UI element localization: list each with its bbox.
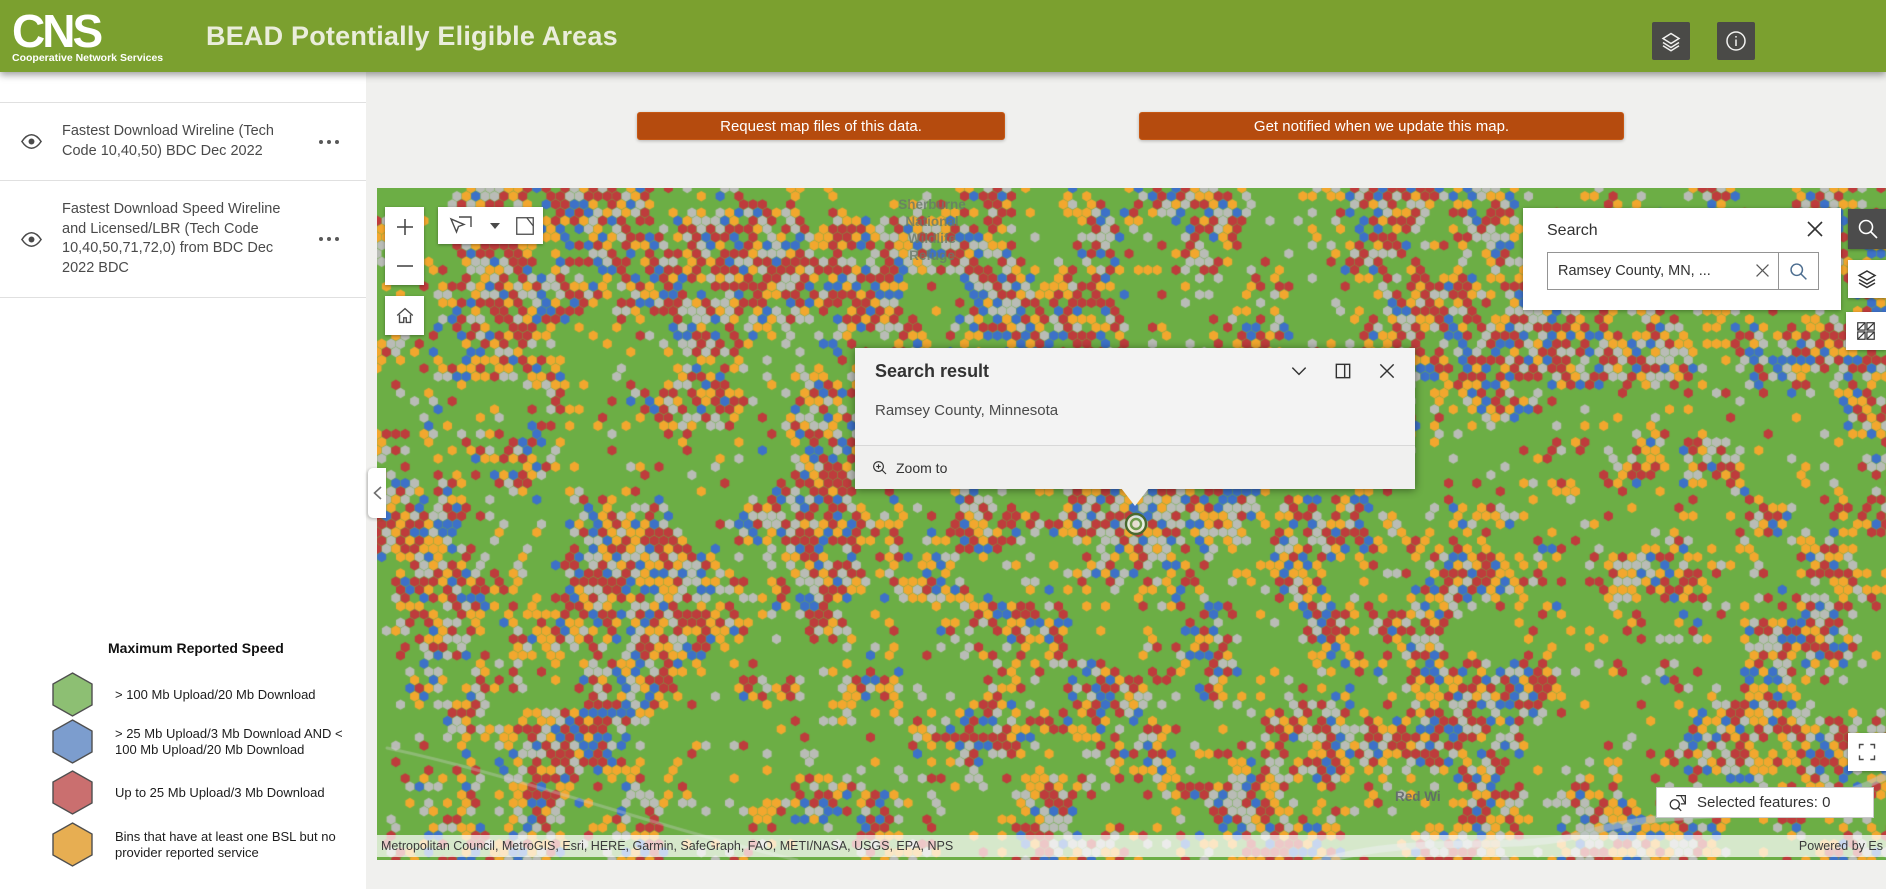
map-label-place: Red Wi xyxy=(1395,789,1441,804)
legend-item-red: Up to 25 Mb Upload/3 Mb Download xyxy=(0,769,366,816)
fullscreen-button[interactable] xyxy=(1848,733,1886,771)
home-extent-button[interactable] xyxy=(385,296,424,335)
search-icon xyxy=(1858,219,1878,239)
application-window: CNS Cooperative Network Services BEAD Po… xyxy=(0,0,1886,889)
map-legend: Maximum Reported Speed > 100 Mb Upload/2… xyxy=(0,640,366,868)
basemap-gallery-button[interactable] xyxy=(1846,312,1886,350)
collapse-chevron-icon[interactable] xyxy=(1289,361,1309,381)
selection-toolbar xyxy=(438,207,543,244)
select-tool-dropdown[interactable] xyxy=(484,207,506,244)
info-icon xyxy=(1724,29,1748,53)
legend-label: Bins that have at least one BSL but no p… xyxy=(115,829,336,860)
legend-item-orange: Bins that have at least one BSL but no p… xyxy=(0,821,366,868)
search-result-marker[interactable] xyxy=(1123,511,1149,537)
select-features-icon xyxy=(1669,794,1686,811)
layer-list: Fastest Download Wireline (Tech Code 10,… xyxy=(0,102,366,298)
legend-label: Up to 25 Mb Upload/3 Mb Download xyxy=(115,784,325,800)
zoom-control xyxy=(385,207,424,285)
basemap-grid-icon xyxy=(1857,322,1875,340)
legend-item-blue: > 25 Mb Upload/3 Mb Download AND < 100 M… xyxy=(0,718,366,765)
layer-label: Fastest Download Speed Wireline and Lice… xyxy=(62,201,281,276)
rectangle-select-icon xyxy=(515,216,534,235)
logo-acronym: CNS xyxy=(12,5,103,57)
blue-hexagon-swatch xyxy=(52,719,93,764)
popup-result-text: Ramsey County, Minnesota xyxy=(875,402,1059,419)
visibility-eye-icon[interactable] xyxy=(0,228,62,251)
legend-label: > 25 Mb Upload/3 Mb Download AND < 100 M… xyxy=(115,726,343,757)
zoom-to-label: Zoom to xyxy=(896,459,948,476)
layer-options-ellipsis-icon[interactable] xyxy=(318,139,340,145)
zoom-out-button[interactable] xyxy=(385,246,424,285)
search-result-popup: Search result Ramsey County, Minnesota Z… xyxy=(855,348,1415,506)
orange-hexagon-swatch xyxy=(52,822,93,867)
home-icon xyxy=(396,307,413,323)
search-submit-button[interactable] xyxy=(1779,252,1819,290)
rectangle-select-button[interactable] xyxy=(506,207,543,244)
search-input[interactable] xyxy=(1547,252,1779,290)
layer-label: Fastest Download Wireline (Tech Code 10,… xyxy=(62,123,274,159)
layer-list-toggle-button[interactable] xyxy=(1848,260,1886,298)
sidebar-collapse-tab[interactable] xyxy=(368,468,386,518)
select-tool-button[interactable] xyxy=(438,207,484,244)
plus-icon xyxy=(396,218,413,235)
page-title: BEAD Potentially Eligible Areas xyxy=(206,20,618,51)
red-hexagon-swatch xyxy=(52,770,93,815)
clear-search-icon[interactable] xyxy=(1754,262,1771,279)
search-input-row xyxy=(1547,252,1819,290)
zoom-to-button[interactable]: Zoom to xyxy=(855,445,1415,489)
header-info-button[interactable] xyxy=(1717,22,1755,60)
legend-label: > 100 Mb Upload/20 Mb Download xyxy=(115,686,316,702)
map-attribution: Metropolitan Council, MetroGIS, Esri, HE… xyxy=(377,835,1886,857)
minus-icon xyxy=(396,264,413,267)
map-canvas-area[interactable]: Sherburne National Wildlife Refuge Red W… xyxy=(377,188,1886,860)
legend-item-green: > 100 Mb Upload/20 Mb Download xyxy=(0,671,366,718)
search-icon xyxy=(1790,262,1807,280)
powered-by: Powered by Es xyxy=(1798,839,1883,853)
selected-features-badge[interactable]: Selected features: 0 xyxy=(1656,787,1874,818)
layers-icon xyxy=(1659,29,1683,53)
chevron-left-icon xyxy=(372,486,382,500)
search-panel: Search xyxy=(1523,208,1841,310)
dock-icon[interactable] xyxy=(1333,361,1353,381)
request-map-files-button[interactable]: Request map files of this data. xyxy=(637,112,1005,140)
layer-item-wireline-licensed[interactable]: Fastest Download Speed Wireline and Lice… xyxy=(0,181,366,298)
close-icon[interactable] xyxy=(1377,361,1397,381)
get-notified-button[interactable]: Get notified when we update this map. xyxy=(1139,112,1624,140)
layer-options-ellipsis-icon[interactable] xyxy=(318,236,340,242)
header-layers-button[interactable] xyxy=(1652,22,1690,60)
search-close-icon[interactable] xyxy=(1805,219,1825,239)
cursor-select-icon xyxy=(449,215,472,234)
map-label-refuge: Sherburne National Wildlife Refuge xyxy=(898,197,966,263)
fullscreen-icon xyxy=(1858,743,1876,761)
cns-logo: CNS Cooperative Network Services xyxy=(12,8,184,64)
popup-header: Search result xyxy=(855,348,1415,394)
search-widget-toggle-button[interactable] xyxy=(1848,209,1886,249)
zoom-to-icon xyxy=(873,460,887,474)
legend-title: Maximum Reported Speed xyxy=(108,640,284,656)
visibility-eye-icon[interactable] xyxy=(0,130,62,153)
popup-title: Search result xyxy=(875,360,990,381)
zoom-in-button[interactable] xyxy=(385,207,424,246)
layer-item-wireline[interactable]: Fastest Download Wireline (Tech Code 10,… xyxy=(0,102,366,181)
popup-pointer xyxy=(1121,488,1149,506)
caret-down-icon xyxy=(490,222,500,229)
logo-tagline: Cooperative Network Services xyxy=(12,52,164,64)
green-hexagon-swatch xyxy=(52,672,93,717)
attribution-sources: Metropolitan Council, MetroGIS, Esri, HE… xyxy=(381,839,954,853)
search-panel-title: Search xyxy=(1547,222,1598,239)
selected-features-text: Selected features: 0 xyxy=(1697,794,1831,811)
layer-sidebar: Fastest Download Wireline (Tech Code 10,… xyxy=(0,72,366,889)
app-header: CNS Cooperative Network Services BEAD Po… xyxy=(0,0,1886,72)
layers-icon xyxy=(1857,270,1877,289)
